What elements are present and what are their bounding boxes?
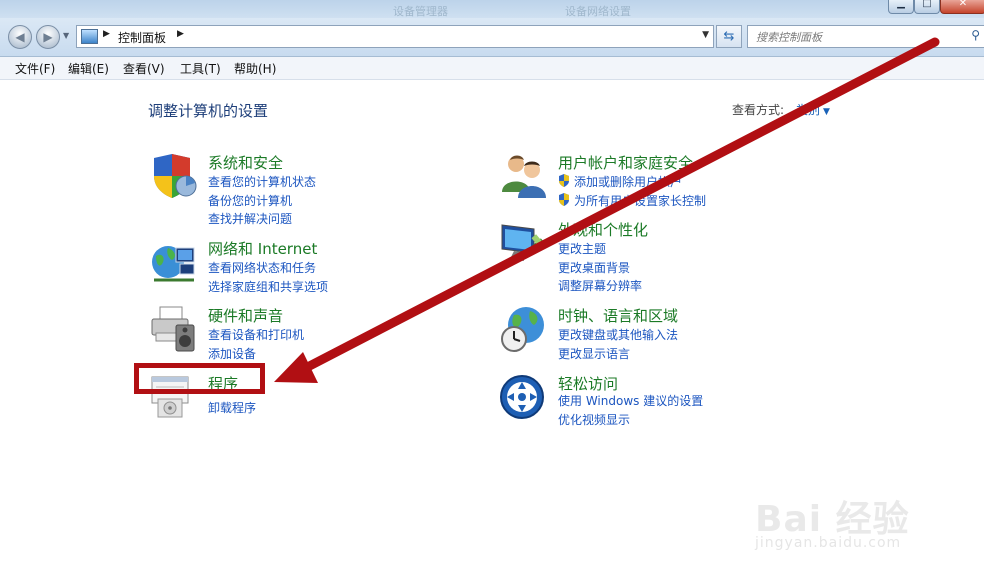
- baidu-jingyan-watermark: Bai 经验 jingyan.baidu.com: [753, 490, 963, 570]
- watermark-url: jingyan.baidu.com: [755, 535, 902, 551]
